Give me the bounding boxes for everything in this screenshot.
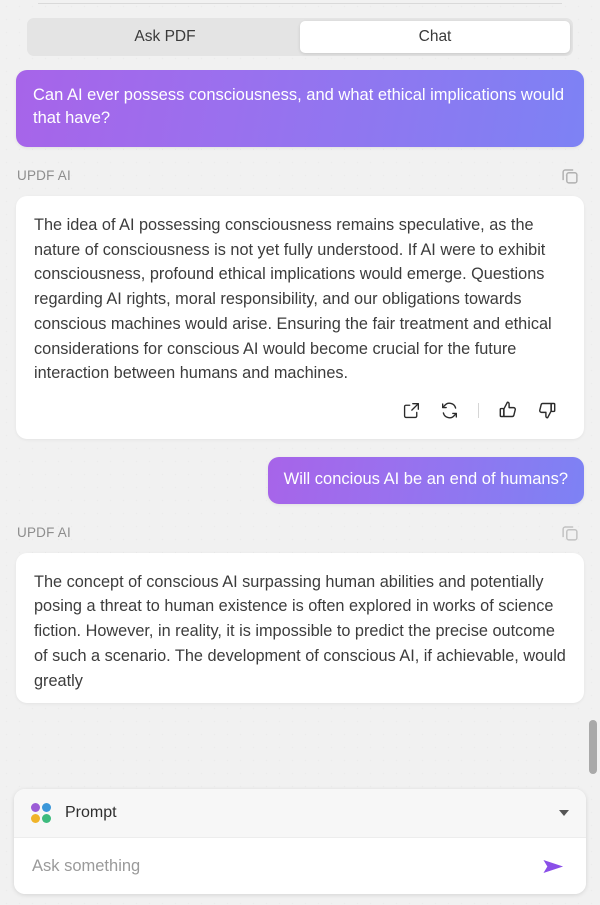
- thumbs-up-icon[interactable]: [497, 399, 519, 421]
- top-divider: [38, 3, 562, 4]
- external-link-icon[interactable]: [401, 400, 422, 421]
- assistant-name: UPDF AI: [17, 525, 71, 541]
- message-list[interactable]: Can AI ever possess consciousness, and w…: [0, 70, 600, 770]
- copy-icon[interactable]: [559, 165, 581, 187]
- user-bubble: Will concious AI be an end of humans?: [267, 457, 584, 504]
- prompt-label: Prompt: [65, 804, 117, 821]
- composer: Prompt: [14, 789, 586, 894]
- thumbs-down-icon[interactable]: [536, 399, 558, 421]
- scrollbar-thumb[interactable]: [589, 720, 597, 774]
- message-actions-1: [34, 386, 566, 429]
- composer-input-row: [14, 838, 586, 894]
- chevron-down-icon[interactable]: [559, 810, 569, 816]
- ask-input[interactable]: [32, 856, 538, 876]
- tab-ask-pdf[interactable]: Ask PDF: [30, 21, 300, 53]
- assistant-name: UPDF AI: [17, 168, 71, 184]
- send-icon[interactable]: [538, 853, 568, 879]
- assistant-header-2: UPDF AI: [0, 522, 600, 544]
- scrollbar-track[interactable]: [589, 80, 597, 774]
- chat-panel: Ask PDF Chat Can AI ever possess conscio…: [0, 0, 600, 905]
- assistant-text: The concept of conscious AI surpassing h…: [34, 572, 566, 690]
- prompt-selector[interactable]: Prompt: [14, 789, 586, 838]
- actions-divider: [478, 402, 479, 418]
- assistant-header-1: UPDF AI: [0, 165, 600, 187]
- assistant-bubble-1: The idea of AI possessing consciousness …: [16, 195, 584, 440]
- four-dots-icon: [31, 803, 51, 823]
- copy-icon[interactable]: [559, 522, 581, 544]
- tab-chat[interactable]: Chat: [300, 21, 570, 53]
- refresh-icon[interactable]: [439, 400, 460, 421]
- mode-tabbar: Ask PDF Chat: [27, 18, 573, 56]
- message-user-2: Will concious AI be an end of humans?: [0, 457, 600, 504]
- message-user-1: Can AI ever possess consciousness, and w…: [0, 70, 600, 147]
- user-bubble: Can AI ever possess consciousness, and w…: [16, 70, 584, 147]
- assistant-bubble-2: The concept of conscious AI surpassing h…: [16, 552, 584, 704]
- assistant-text: The idea of AI possessing consciousness …: [34, 215, 552, 383]
